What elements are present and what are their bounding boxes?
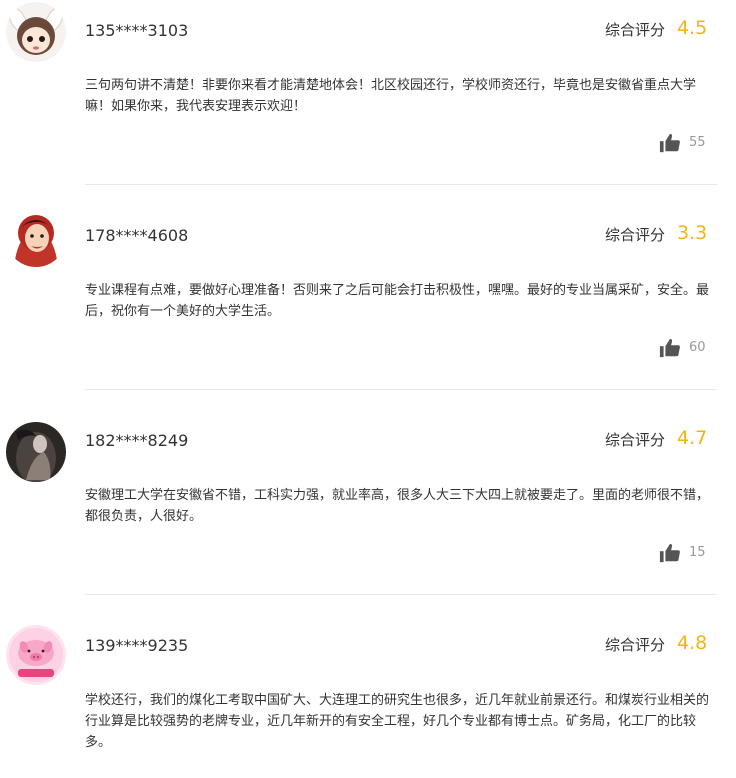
review-content: 学校还行，我们的煤化工考取中国矿大、大连理工的研究生也很多，近几年就业前景还行。… (85, 693, 710, 750)
divider (85, 389, 717, 390)
review-content: 安徽理工大学在安徽省不错，工科实力强，就业率高，很多人大三下大四上就被要走了。里… (85, 488, 710, 524)
divider (85, 184, 717, 185)
thumbs-up-icon (659, 133, 680, 153)
score-value: 4.8 (677, 632, 708, 654)
pink-pig-avatar-icon[interactable] (6, 625, 66, 685)
score-value: 4.7 (677, 427, 708, 449)
like-button[interactable]: 60 (659, 336, 706, 360)
like-count: 55 (689, 135, 706, 150)
username[interactable]: 182****8249 (85, 431, 188, 451)
like-count: 15 (689, 545, 706, 560)
thumbs-up-icon (659, 543, 680, 563)
like-count: 60 (689, 340, 706, 355)
review-content: 三句两句讲不清楚！非要你来看才能清楚地体会！北区校园还行，学校师资还行，毕竟也是… (85, 78, 697, 114)
score-label: 综合评分 (604, 431, 665, 449)
score-label: 综合评分 (604, 21, 665, 39)
username[interactable]: 178****4608 (85, 226, 188, 246)
divider (85, 594, 717, 595)
review-content: 专业课程有点难，要做好心理准备！否则来了之后可能会打击积极性，嘿嘿。最好的专业当… (85, 283, 710, 319)
score-value: 4.5 (677, 17, 708, 39)
score-label: 综合评分 (604, 226, 665, 244)
username[interactable]: 139****9235 (85, 636, 188, 656)
girl-cartoon-avatar-icon[interactable] (6, 2, 66, 62)
like-button[interactable]: 55 (659, 131, 706, 155)
like-button[interactable]: 15 (659, 541, 706, 565)
thumbs-up-icon (659, 338, 680, 358)
score-value: 3.3 (677, 222, 708, 244)
score-label: 综合评分 (604, 636, 665, 654)
dark-figure-avatar-icon[interactable] (6, 422, 66, 482)
red-hair-girl-avatar-icon[interactable] (6, 207, 66, 267)
username[interactable]: 135****3103 (85, 21, 188, 41)
